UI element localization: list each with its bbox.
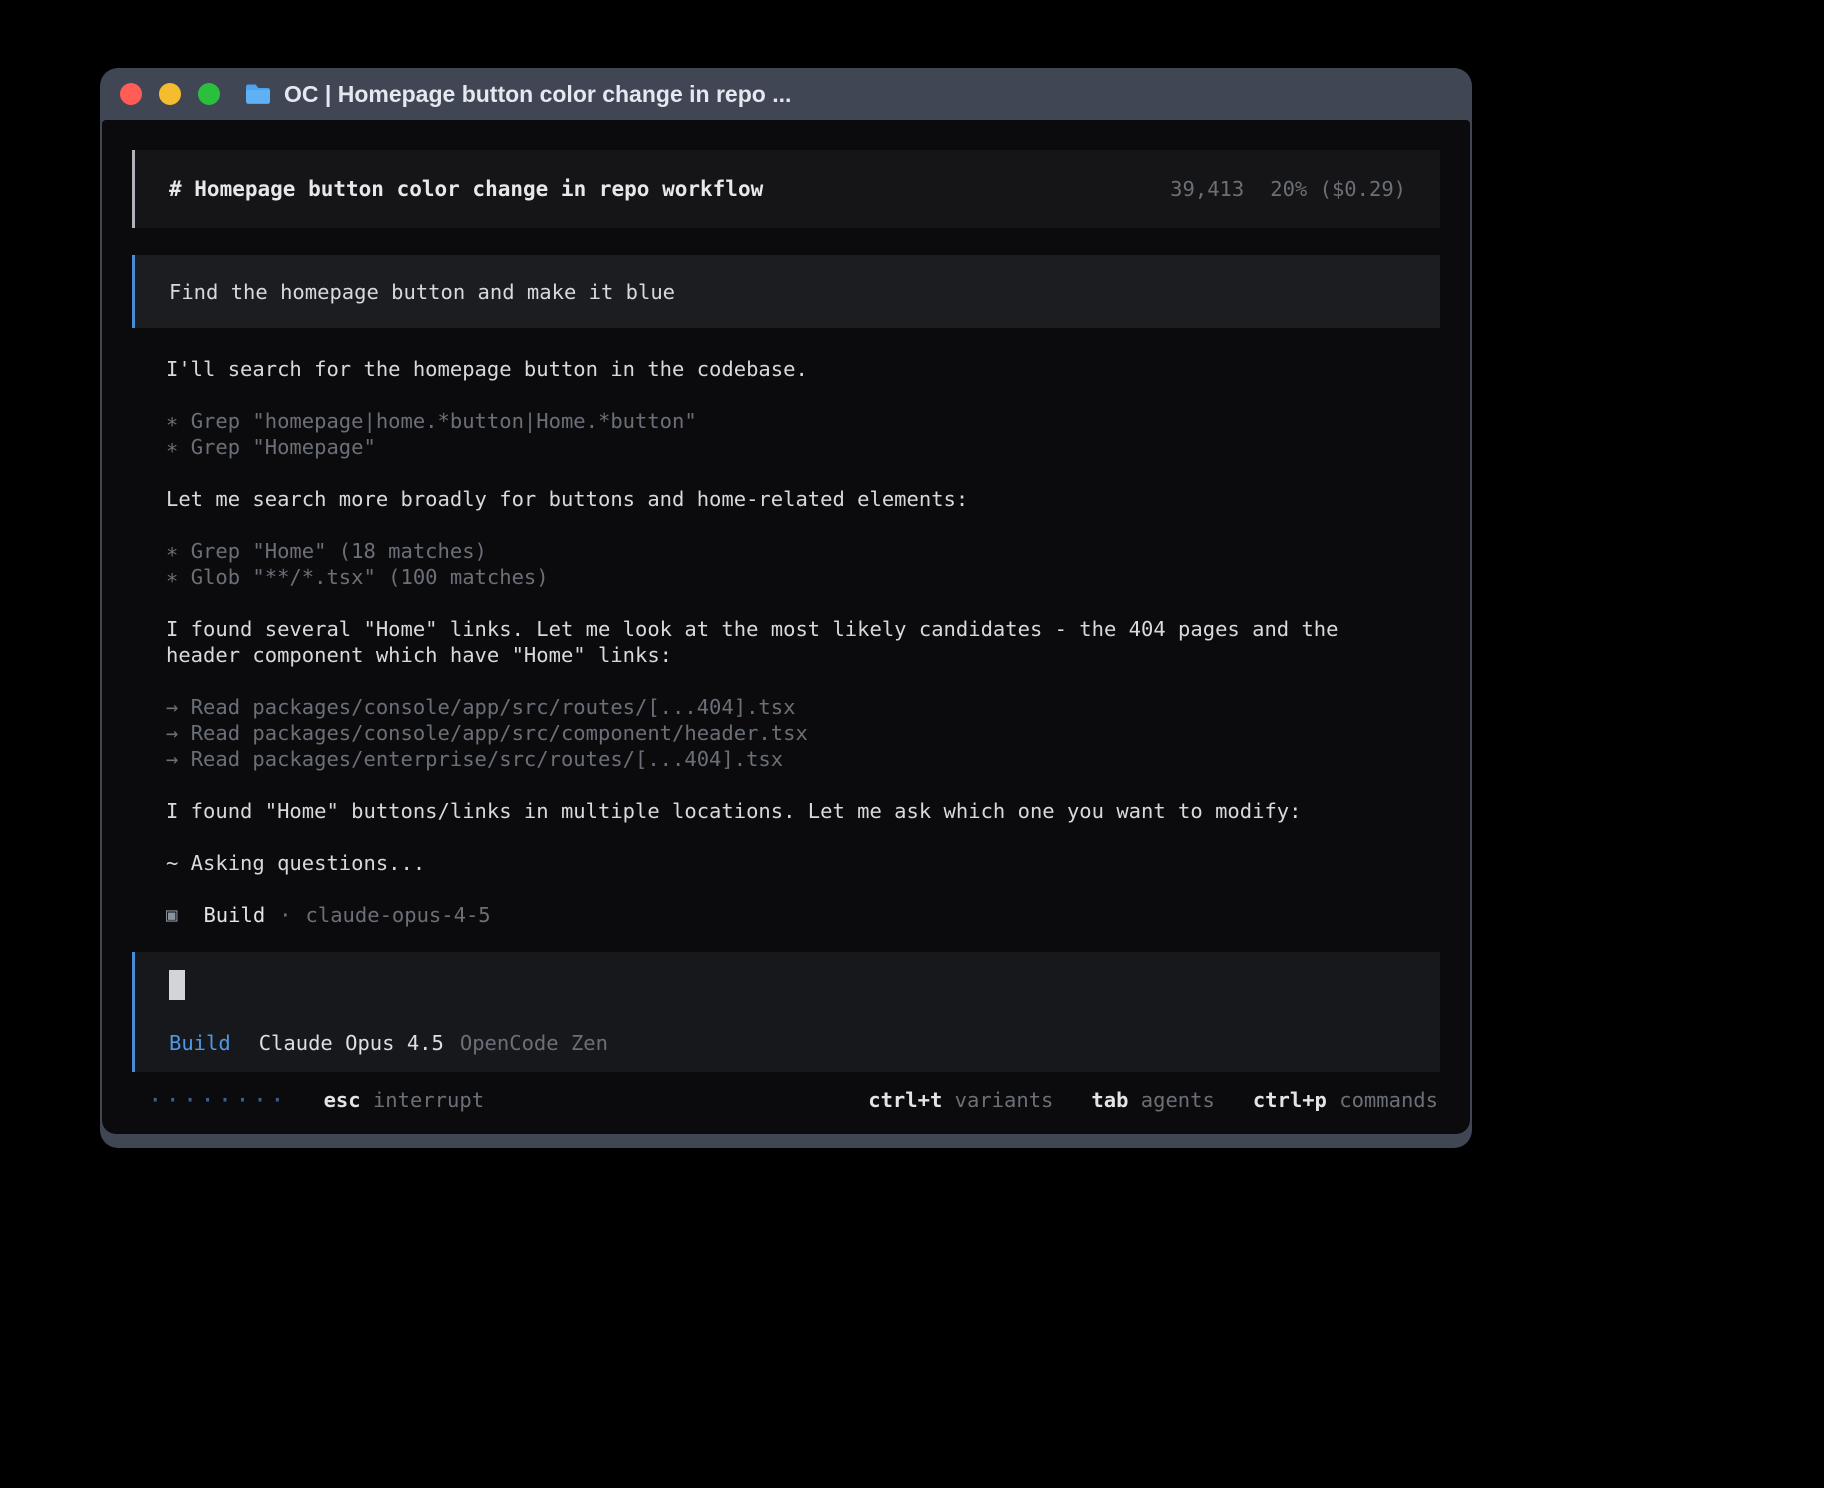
session-header: # Homepage button color change in repo w… [132, 150, 1440, 228]
tool-call-read: → Read packages/console/app/src/routes/[… [166, 694, 1406, 720]
minimize-button[interactable] [159, 83, 181, 105]
status-bar: ········ esc interrupt ctrl+t variants t… [132, 1072, 1440, 1134]
provider-name: OpenCode Zen [460, 1031, 608, 1055]
spinner-dots-icon: ········ [148, 1087, 288, 1113]
zoom-button[interactable] [198, 83, 220, 105]
assistant-text: I found several "Home" links. Let me loo… [166, 616, 1406, 668]
shortcut-commands: ctrl+p commands [1253, 1087, 1438, 1113]
shortcut-agents: tab agents [1091, 1087, 1214, 1113]
tool-call-grep: ∗ Grep "Homepage" [166, 434, 1406, 460]
tool-call-group: ∗ Grep "Home" (18 matches) ∗ Glob "**/*.… [166, 538, 1406, 590]
shortcut-interrupt: esc interrupt [324, 1087, 484, 1113]
user-message: Find the homepage button and make it blu… [132, 255, 1440, 328]
separator-dot: · [279, 902, 291, 928]
model-row: Build Claude Opus 4.5 OpenCode Zen [169, 1030, 1406, 1056]
model-name: Claude Opus 4.5 [259, 1031, 444, 1055]
asterisk-icon: ∗ [166, 409, 178, 433]
tool-call-grep: ∗ Grep "Home" (18 matches) [166, 538, 1406, 564]
asterisk-icon: ∗ [166, 435, 178, 459]
user-message-text: Find the homepage button and make it blu… [169, 279, 675, 305]
status-left: ········ esc interrupt [148, 1087, 484, 1113]
conversation: I'll search for the homepage button in t… [132, 356, 1440, 928]
arrow-right-icon: → [166, 721, 178, 745]
agent-square-icon: ▣ [166, 902, 177, 928]
asking-questions-status: ~ Asking questions... [166, 850, 1406, 876]
agent-model: claude-opus-4-5 [306, 902, 491, 928]
tool-call-glob: ∗ Glob "**/*.tsx" (100 matches) [166, 564, 1406, 590]
tool-call-group: ∗ Grep "homepage|home.*button|Home.*butt… [166, 408, 1406, 460]
tool-call-group: → Read packages/console/app/src/routes/[… [166, 694, 1406, 772]
asterisk-icon: ∗ [166, 539, 178, 563]
terminal-window: OC | Homepage button color change in rep… [100, 68, 1472, 1148]
prompt-input[interactable]: Build Claude Opus 4.5 OpenCode Zen [132, 952, 1440, 1072]
tool-call-read: → Read packages/console/app/src/componen… [166, 720, 1406, 746]
agent-status-line: ▣ Build · claude-opus-4-5 [166, 902, 1406, 928]
arrow-right-icon: → [166, 747, 178, 771]
titlebar[interactable]: OC | Homepage button color change in rep… [100, 68, 1472, 120]
session-stats: 39,413 20% ($0.29) [1170, 176, 1406, 202]
assistant-text: Let me search more broadly for buttons a… [166, 486, 1406, 512]
status-right: ctrl+t variants tab agents ctrl+p comman… [868, 1087, 1438, 1113]
tool-call-read: → Read packages/enterprise/src/routes/[.… [166, 746, 1406, 772]
mode-label: Build [169, 1031, 231, 1055]
close-button[interactable] [120, 83, 142, 105]
assistant-text: I found "Home" buttons/links in multiple… [166, 798, 1406, 824]
context-usage: 20% ($0.29) [1270, 177, 1406, 201]
arrow-right-icon: → [166, 695, 178, 719]
agent-name: Build [203, 902, 265, 928]
assistant-text: I'll search for the homepage button in t… [166, 356, 1406, 382]
text-cursor [169, 970, 185, 1000]
shortcut-variants: ctrl+t variants [868, 1087, 1053, 1113]
asterisk-icon: ∗ [166, 565, 178, 589]
folder-icon [244, 82, 272, 106]
session-title: # Homepage button color change in repo w… [169, 176, 763, 202]
token-count: 39,413 [1170, 177, 1244, 201]
tool-call-grep: ∗ Grep "homepage|home.*button|Home.*butt… [166, 408, 1406, 434]
terminal-content: # Homepage button color change in repo w… [102, 120, 1470, 1134]
window-title: OC | Homepage button color change in rep… [284, 81, 791, 108]
